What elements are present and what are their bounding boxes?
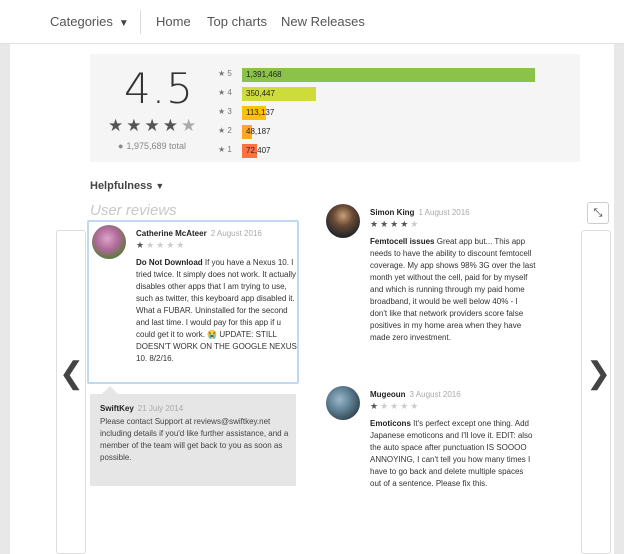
review-stars: ★★★★★	[370, 401, 421, 411]
review-card[interactable]: Mugeoun 3 August 2016 ★★★★★ Emoticons It'…	[326, 386, 536, 516]
review-card[interactable]: Simon King 1 August 2016 ★★★★★ Femtocell …	[326, 204, 536, 374]
histogram-star-label: ★ 4	[218, 88, 232, 97]
histogram-star-label: ★ 2	[218, 126, 232, 135]
histogram-count: 350,447	[246, 89, 275, 98]
nav-new-releases[interactable]: New Releases	[281, 14, 365, 29]
rating-summary: 4.5 ★★★★★ ● 1,975,689 total ★ 5 1,391,468 ★…	[90, 54, 580, 162]
total-ratings-text: 1,975,689 total	[126, 141, 186, 151]
review-body: Do Not Download If you have a Nexus 10. …	[136, 258, 297, 363]
collapse-icon: ⤡	[593, 207, 603, 219]
histogram-bar	[242, 68, 535, 82]
reviews-card: 4.5 ★★★★★ ● 1,975,689 total ★ 5 1,391,468 ★…	[10, 44, 614, 554]
review-author: Mugeoun 3 August 2016	[370, 390, 461, 399]
developer-name: SwiftKey 21 July 2014	[100, 404, 184, 413]
helpfulness-sort[interactable]: Helpfulness ▼	[90, 180, 164, 192]
prev-reviews-button[interactable]: ❮	[56, 230, 86, 554]
chevron-left-icon: ❮	[59, 357, 85, 390]
developer-reply-body: Please contact Support at reviews@swiftk…	[100, 417, 289, 462]
chevron-right-icon: ❯	[586, 357, 612, 390]
categories-menu[interactable]: Categories ▼	[50, 14, 129, 29]
categories-label: Categories	[50, 14, 113, 29]
histogram-star-label: ★ 5	[218, 69, 232, 78]
avatar	[326, 386, 360, 420]
histogram-count: 72,407	[246, 146, 271, 155]
user-reviews-heading: User reviews	[90, 202, 177, 219]
reply-pointer	[102, 386, 118, 394]
total-ratings: ● 1,975,689 total	[118, 141, 186, 151]
review-stars: ★★★★★	[136, 240, 187, 250]
left-gutter	[0, 44, 10, 554]
histogram-count: 113,137	[246, 108, 275, 117]
nav-divider	[140, 10, 141, 34]
avatar	[92, 225, 126, 259]
top-navigation: Categories ▼ Home Top charts New Releases	[0, 0, 624, 44]
right-gutter	[614, 44, 624, 554]
average-score: 4.5	[124, 64, 194, 113]
histogram-star-label: ★ 3	[218, 107, 232, 116]
helpfulness-label: Helpfulness	[90, 180, 153, 192]
review-body: Emoticons It's perfect except one thing.…	[370, 419, 533, 488]
nav-top-charts[interactable]: Top charts	[207, 14, 267, 29]
review-card[interactable]: Catherine McAteer 2 August 2016 ★★★★★ Do …	[92, 225, 298, 385]
next-reviews-button[interactable]: ❯	[581, 230, 611, 554]
chevron-down-icon: ▼	[118, 18, 129, 29]
avatar	[326, 204, 360, 238]
review-author: Simon King 1 August 2016	[370, 208, 470, 217]
review-author: Catherine McAteer 2 August 2016	[136, 229, 262, 238]
histogram-count: 1,391,468	[246, 70, 282, 79]
histogram-count: 48,187	[246, 127, 271, 136]
average-stars: ★★★★★	[108, 116, 200, 135]
chevron-down-icon: ▼	[155, 181, 165, 191]
histogram-star-label: ★ 1	[218, 145, 232, 154]
person-icon: ●	[118, 141, 124, 151]
developer-reply: SwiftKey 21 July 2014 Please contact Supp…	[90, 386, 296, 486]
nav-home[interactable]: Home	[156, 14, 191, 29]
review-body: Femtocell issues Great app but... This a…	[370, 237, 536, 342]
collapse-button[interactable]: ⤡	[587, 202, 609, 224]
review-stars: ★★★★★	[370, 219, 421, 229]
